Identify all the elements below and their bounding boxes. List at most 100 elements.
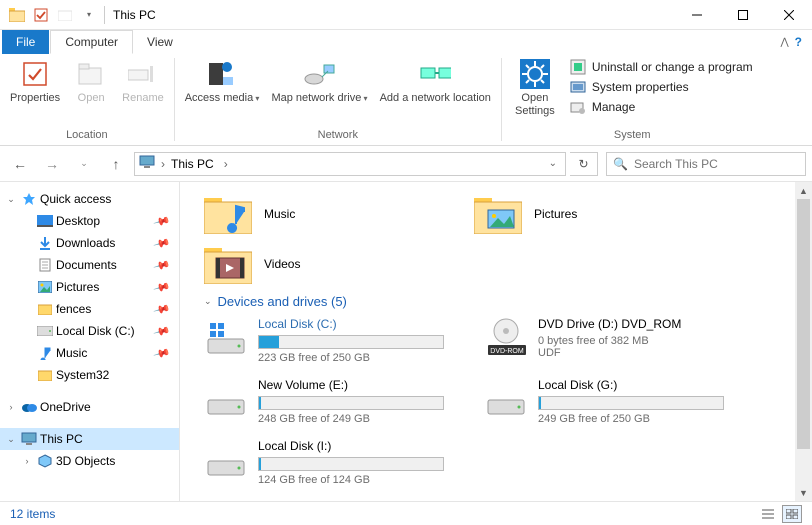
open-settings-button[interactable]: Open Settings: [508, 56, 562, 118]
documents-icon: [36, 256, 54, 274]
details-view-icon[interactable]: [758, 505, 778, 523]
search-icon: 🔍: [613, 157, 628, 171]
tree-desktop[interactable]: Desktop📌: [0, 210, 179, 232]
open-settings-label: Open Settings: [512, 92, 558, 118]
address-dropdown-icon[interactable]: ⌄: [549, 158, 557, 169]
access-media-button[interactable]: Access media: [181, 56, 264, 105]
large-icons-view-icon[interactable]: [782, 505, 802, 523]
pin-icon: 📌: [153, 212, 171, 230]
maximize-button[interactable]: [720, 0, 766, 30]
back-button[interactable]: ←: [6, 150, 34, 178]
new-folder-qat-icon[interactable]: [54, 4, 76, 26]
group-network: Access media Map network drive Add a net…: [175, 54, 501, 145]
refresh-button[interactable]: ↻: [570, 152, 598, 176]
help-icon[interactable]: ?: [795, 35, 802, 49]
minimize-button[interactable]: [674, 0, 720, 30]
tab-view[interactable]: View: [133, 30, 187, 54]
drive-d-dvd[interactable]: DVD-ROM DVD Drive (D:) DVD_ROM 0 bytes f…: [484, 317, 724, 364]
pin-icon: 📌: [153, 234, 171, 252]
pictures-folder-icon: [474, 194, 522, 234]
folder-music[interactable]: Music: [204, 194, 434, 234]
manage-label: Manage: [592, 100, 635, 114]
folder-icon: [36, 300, 54, 318]
desktop-icon: [36, 212, 54, 230]
uninstall-label: Uninstall or change a program: [592, 60, 753, 74]
folder-videos[interactable]: Videos: [204, 244, 434, 284]
tree-music[interactable]: Music📌: [0, 342, 179, 364]
tree-system32[interactable]: System32: [0, 364, 179, 386]
tree-this-pc[interactable]: ⌄This PC: [0, 428, 179, 450]
rename-label: Rename: [122, 92, 164, 105]
tree-pictures[interactable]: Pictures📌: [0, 276, 179, 298]
breadcrumb[interactable]: This PC: [171, 157, 230, 171]
properties-button[interactable]: Properties: [6, 56, 64, 105]
tree-fences[interactable]: fences📌: [0, 298, 179, 320]
qat-dropdown-icon[interactable]: ▾: [78, 4, 100, 26]
open-button[interactable]: Open: [68, 56, 114, 105]
drive-c[interactable]: Local Disk (C:) 223 GB free of 250 GB: [204, 317, 444, 364]
rename-button[interactable]: Rename: [118, 56, 168, 105]
open-label: Open: [78, 92, 105, 105]
crumb-sep[interactable]: [159, 157, 167, 171]
titlebar: ▾ This PC: [0, 0, 812, 30]
search-box[interactable]: 🔍: [606, 152, 806, 176]
search-input[interactable]: [634, 157, 799, 171]
map-drive-button[interactable]: Map network drive: [267, 56, 371, 105]
access-media-label: Access media: [185, 92, 260, 105]
status-bar: 12 items: [0, 501, 812, 525]
drive-e[interactable]: New Volume (E:) 248 GB free of 249 GB: [204, 378, 444, 425]
videos-folder-icon: [204, 244, 252, 284]
manage-button[interactable]: Manage: [566, 98, 757, 116]
tab-computer[interactable]: Computer: [50, 30, 133, 54]
svg-text:DVD-ROM: DVD-ROM: [490, 348, 524, 355]
os-drive-icon: [204, 317, 248, 357]
group-network-label: Network: [318, 129, 358, 143]
recent-dropdown[interactable]: ⌄: [70, 150, 98, 178]
folder-icon: [36, 366, 54, 384]
dvd-drive-icon: DVD-ROM: [484, 317, 528, 357]
up-button[interactable]: ↑: [102, 150, 130, 178]
drive-g[interactable]: Local Disk (G:) 249 GB free of 250 GB: [484, 378, 724, 425]
group-location-label: Location: [66, 129, 108, 143]
hdd-icon: [484, 378, 528, 418]
scroll-down-icon[interactable]: ▼: [795, 484, 812, 501]
pin-icon: 📌: [153, 300, 171, 318]
quick-access-toolbar: ▾: [0, 4, 107, 26]
tree-quick-access[interactable]: ⌄ Quick access: [0, 188, 179, 210]
pin-icon: 📌: [153, 256, 171, 274]
scroll-up-icon[interactable]: ▲: [795, 182, 812, 199]
drive-i[interactable]: Local Disk (I:) 124 GB free of 124 GB: [204, 439, 444, 486]
uninstall-button[interactable]: Uninstall or change a program: [566, 58, 757, 76]
system-properties-button[interactable]: System properties: [566, 78, 757, 96]
navbar: ← → ⌄ ↑ This PC ⌄ ↻ 🔍: [0, 146, 812, 182]
scrollbar[interactable]: ▲ ▼: [795, 182, 812, 501]
scroll-thumb[interactable]: [797, 199, 810, 449]
tree-documents[interactable]: Documents📌: [0, 254, 179, 276]
hdd-icon: [204, 378, 248, 418]
map-drive-label: Map network drive: [271, 92, 367, 105]
forward-button[interactable]: →: [38, 150, 66, 178]
tree-onedrive[interactable]: ›OneDrive: [0, 396, 179, 418]
address-bar[interactable]: This PC ⌄: [134, 152, 566, 176]
tree-3d-objects[interactable]: ›3D Objects: [0, 450, 179, 472]
pc-icon: [20, 430, 38, 448]
nav-tree: ⌄ Quick access Desktop📌 Downloads📌 Docum…: [0, 182, 180, 501]
tree-downloads[interactable]: Downloads📌: [0, 232, 179, 254]
group-system: Open Settings Uninstall or change a prog…: [502, 54, 763, 145]
properties-qat-icon[interactable]: [30, 4, 52, 26]
devices-header[interactable]: ⌄ Devices and drives (5): [204, 294, 812, 309]
onedrive-icon: [20, 398, 38, 416]
pictures-icon: [36, 278, 54, 296]
properties-label: Properties: [10, 92, 60, 105]
close-button[interactable]: [766, 0, 812, 30]
ribbon-collapse-icon[interactable]: ⋀: [780, 37, 788, 48]
pin-icon: 📌: [153, 278, 171, 296]
tab-file[interactable]: File: [2, 30, 49, 54]
content-area: Music Pictures Videos ⌄ Devices and driv…: [180, 182, 812, 501]
tree-local-disk-c[interactable]: Local Disk (C:)📌: [0, 320, 179, 342]
downloads-icon: [36, 234, 54, 252]
star-icon: [20, 190, 38, 208]
group-location: Properties Open Rename Location: [0, 54, 174, 145]
add-location-button[interactable]: Add a network location: [376, 56, 495, 105]
folder-pictures[interactable]: Pictures: [474, 194, 704, 234]
